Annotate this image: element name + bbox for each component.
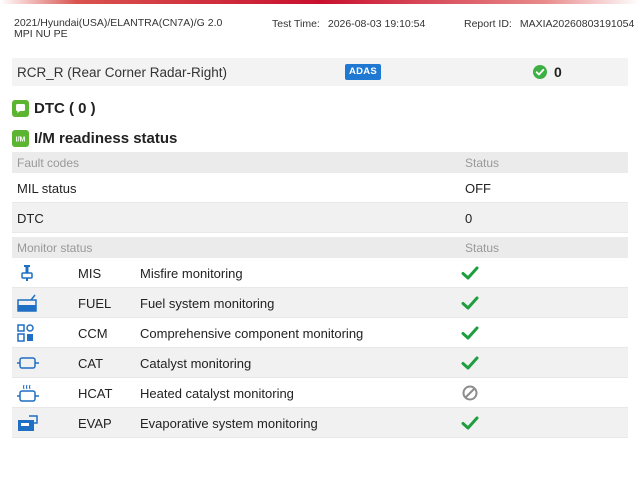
monitor-desc: Comprehensive component monitoring [140, 326, 364, 341]
check-icon [461, 326, 479, 340]
monitor-desc: Heated catalyst monitoring [140, 386, 294, 401]
module-name: RCR_R (Rear Corner Radar-Right) [17, 65, 228, 80]
header-accent-line [0, 0, 640, 4]
report-id-value: MAXIA20260803191054 [519, 18, 635, 30]
im-section-title: I/M I/M readiness status [12, 129, 178, 148]
fuel-system-icon [17, 294, 37, 312]
monitor-desc: Evaporative system monitoring [140, 416, 318, 431]
mil-status-label: MIL status [17, 181, 77, 196]
dtc-label: DTC [17, 211, 44, 226]
monitor-row-ccm: CCM Comprehensive component monitoring [12, 318, 628, 348]
adas-badge: ADAS [345, 64, 381, 80]
monitor-code: MIS [78, 266, 102, 281]
report-header: 2021/Hyundai(USA)/ELANTRA(CN7A)/G 2.0 MP… [12, 18, 634, 44]
monitor-desc: Fuel system monitoring [140, 296, 275, 311]
monitor-row-evap: EVAP Evaporative system monitoring [12, 408, 628, 438]
monitor-code: FUEL [78, 296, 112, 311]
fault-status-header: Status [465, 156, 500, 170]
monitor-code: HCAT [78, 386, 113, 401]
catalyst-icon [17, 357, 39, 369]
report-id: Report ID: MAXIA20260803191054 [464, 18, 634, 30]
heated-catalyst-icon [17, 384, 39, 402]
evap-icon [18, 415, 38, 431]
im-icon: I/M [12, 129, 29, 147]
test-time-label: Test Time: [272, 18, 320, 30]
vehicle-info: 2021/Hyundai(USA)/ELANTRA(CN7A)/G 2.0 MP… [14, 18, 244, 40]
mil-status-value: OFF [465, 181, 491, 196]
dtc-section-title: DTC ( 0 ) [12, 99, 96, 118]
fault-codes-table: Fault codes Status MIL status OFF DTC 0 [12, 152, 628, 233]
monitor-code: EVAP [78, 416, 112, 431]
check-icon [461, 296, 479, 310]
table-row-dtc: DTC 0 [12, 203, 628, 233]
monitor-desc: Catalyst monitoring [140, 356, 252, 371]
monitor-row-hcat: HCAT Heated catalyst monitoring [12, 378, 628, 408]
chat-bubble-icon [12, 99, 29, 117]
monitor-row-cat: CAT Catalyst monitoring [12, 348, 628, 378]
monitor-row-fuel: FUEL Fuel system monitoring [12, 288, 628, 318]
check-icon [461, 266, 479, 280]
module-dtc-count: 0 [554, 64, 562, 80]
dtc-title-text: DTC ( 0 ) [34, 100, 96, 117]
monitor-code: CCM [78, 326, 108, 341]
monitor-row-mis: MIS Misfire monitoring [12, 258, 628, 288]
misfire-icon [21, 265, 33, 281]
not-supported-icon [462, 385, 478, 401]
table-row-mil: MIL status OFF [12, 173, 628, 203]
monitor-table-header: Monitor status Status [12, 237, 628, 258]
check-icon [461, 416, 479, 430]
report-id-label: Report ID: [464, 18, 512, 30]
fault-table-header: Fault codes Status [12, 152, 628, 173]
im-title-text: I/M readiness status [34, 130, 178, 147]
monitor-status-col-header: Status [465, 241, 500, 255]
module-row[interactable]: RCR_R (Rear Corner Radar-Right) ADAS 0 [12, 58, 628, 86]
monitor-status-header: Monitor status [17, 241, 93, 255]
check-circle-icon [533, 65, 547, 79]
test-time: Test Time: 2026-08-03 19:10:54 [272, 18, 425, 30]
monitor-code: CAT [78, 356, 104, 371]
im-icon-text: I/M [16, 136, 26, 143]
dtc-value: 0 [465, 211, 473, 226]
monitor-status-table: Monitor status Status MIS Misfire monito… [12, 237, 628, 438]
component-icon [17, 324, 34, 342]
monitor-desc: Misfire monitoring [140, 266, 243, 281]
fault-codes-header: Fault codes [17, 156, 80, 170]
vehicle-line-2: MPI NU PE [14, 28, 68, 40]
check-icon [461, 356, 479, 370]
test-time-value: 2026-08-03 19:10:54 [327, 18, 426, 30]
